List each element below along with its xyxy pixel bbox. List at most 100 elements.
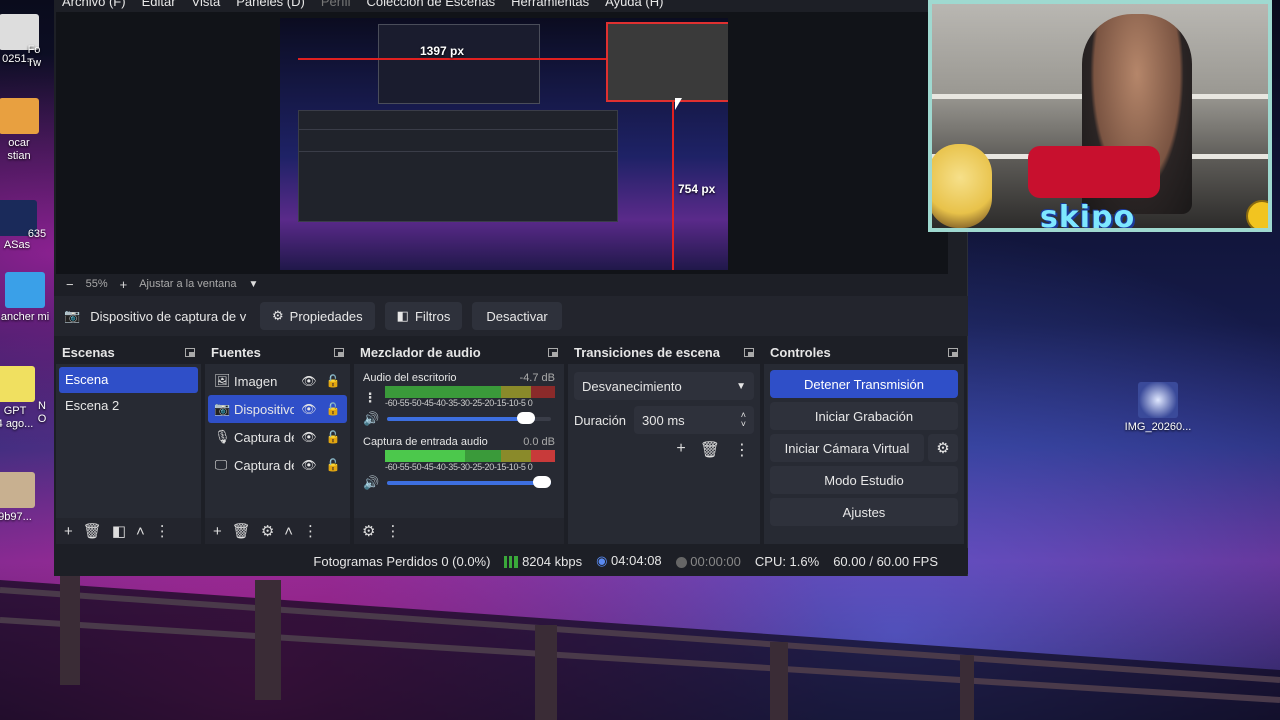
properties-button[interactable]: ⚙ Propiedades (260, 302, 375, 330)
app-icon (0, 366, 35, 402)
volume-slider[interactable] (387, 476, 551, 488)
undock-icon[interactable] (948, 347, 958, 357)
record-time: 00:00:00 (675, 554, 741, 569)
add-icon[interactable]: + (676, 440, 685, 460)
deactivate-button[interactable]: Desactivar (472, 302, 562, 330)
desktop-icon[interactable]: IMG_20260... (1122, 382, 1194, 434)
more-icon[interactable]: ⋮ (303, 522, 318, 540)
eye-icon[interactable]: 👁 (300, 374, 318, 388)
chevron-down-icon: ▼ (736, 380, 746, 392)
dock-area: Escenas Escena Escena 2 + 🗑 ◧ ˄ ⋮ Fuente… (54, 340, 968, 544)
menu-bar: Archivo (F) Editar Vista Paneles (D) Per… (54, 0, 914, 12)
scene-item[interactable]: Escena (59, 367, 198, 393)
eye-icon[interactable]: 👁 (300, 402, 318, 416)
chevron-down-icon[interactable]: ▼ (248, 279, 258, 290)
add-icon[interactable]: + (213, 523, 222, 540)
spin-arrows-icon[interactable]: ˄ ˅ (741, 411, 746, 429)
menu-file[interactable]: Archivo (F) (54, 0, 134, 12)
menu-scene-collection[interactable]: Colección de Escenas (358, 0, 503, 12)
trash-icon[interactable]: 🗑 (700, 440, 720, 460)
preview-area: 1397 px 754 px (56, 12, 948, 274)
more-icon[interactable]: ⋮ (385, 522, 400, 540)
context-bar: 📷 Dispositivo de captura de v ⚙ Propieda… (54, 296, 968, 336)
speaker-icon[interactable]: 🔊 (363, 411, 379, 427)
selected-source-label: 📷 Dispositivo de captura de v (64, 308, 247, 324)
filter-icon[interactable]: ◧ (112, 522, 126, 540)
fit-window-select[interactable]: Ajustar a la ventana (139, 278, 236, 290)
more-icon[interactable]: ⋮ (155, 522, 170, 540)
menu-profile[interactable]: Perfil (313, 0, 359, 12)
menu-docks[interactable]: Paneles (D) (228, 0, 313, 12)
eye-icon[interactable]: 👁 (300, 458, 318, 472)
desktop-icon[interactable]: 9b97... (0, 472, 44, 524)
chevron-up-icon[interactable]: ˄ (284, 523, 293, 540)
dock-header: Mezclador de audio (354, 340, 564, 364)
record-icon (675, 556, 687, 568)
studio-mode-button[interactable]: Modo Estudio (770, 466, 958, 494)
lock-icon[interactable]: 🔓 (324, 374, 342, 388)
start-recording-button[interactable]: Iniciar Grabación (770, 402, 958, 430)
source-item[interactable]: 🎙 Captura de 👁 🔓 (208, 423, 347, 451)
scenes-dock: Escenas Escena Escena 2 + 🗑 ◧ ˄ ⋮ (56, 340, 201, 544)
desktop-icon[interactable]: 635 (22, 228, 52, 241)
menu-view[interactable]: Vista (184, 0, 229, 12)
speaker-icon[interactable]: 🔊 (363, 475, 379, 491)
menu-help[interactable]: Ayuda (H) (597, 0, 671, 12)
scene-item[interactable]: Escena 2 (59, 393, 198, 419)
program-preview[interactable]: 1397 px 754 px (280, 18, 728, 270)
lock-icon[interactable]: 🔓 (324, 430, 342, 444)
duration-label: Duración (574, 412, 627, 428)
source-item[interactable]: 📷 Dispositivo 👁 🔓 (208, 395, 347, 423)
desktop-icon[interactable]: ASas (0, 200, 46, 252)
undock-icon[interactable] (185, 347, 195, 357)
camera-icon: 📷 (214, 401, 231, 416)
duration-spinbox[interactable]: 300 ms ˄ ˅ (634, 406, 754, 434)
advanced-audio-icon[interactable]: ⚙ (362, 522, 375, 540)
channel-db: -4.7 dB (519, 372, 555, 384)
volume-slider[interactable] (387, 412, 551, 424)
undock-icon[interactable] (744, 347, 754, 357)
selected-camera-source[interactable] (606, 22, 728, 102)
start-virtual-camera-button[interactable]: Iniciar Cámara Virtual (770, 434, 924, 462)
monitor-icon: 🖵 (214, 457, 228, 472)
desktop-icon[interactable]: N O (28, 400, 56, 426)
bitrate-status: 8204 kbps (504, 554, 582, 569)
zoom-in-button[interactable]: + (120, 277, 128, 292)
zoom-out-button[interactable]: − (66, 277, 74, 292)
transitions-dock: Transiciones de escena Desvanecimiento ▼… (568, 340, 760, 544)
eye-icon[interactable]: 👁 (300, 430, 318, 444)
source-item[interactable]: 🖵 Captura de 👁 🔓 (208, 451, 347, 479)
desktop-icon[interactable]: ocar stian (0, 98, 48, 163)
trash-icon[interactable]: 🗑 (83, 522, 102, 540)
image-icon (1138, 382, 1178, 418)
lock-icon[interactable]: 🔓 (324, 458, 342, 472)
zoom-level: 55% (85, 278, 108, 290)
meter-scale: -60-55-50-45-40-35-30-25-20-15-10-5 0 (385, 398, 533, 408)
source-item[interactable]: 🖼 Imagen 👁 🔓 (208, 367, 347, 395)
undock-icon[interactable] (334, 347, 344, 357)
gear-icon[interactable]: ⚙ (928, 434, 958, 462)
chevron-up-icon[interactable]: ˄ (136, 523, 145, 540)
menu-edit[interactable]: Editar (134, 0, 184, 12)
settings-button[interactable]: Ajustes (770, 498, 958, 526)
dock-title: Mezclador de audio (360, 344, 481, 360)
stop-stream-button[interactable]: Detener Transmisión (770, 370, 958, 398)
menu-tools[interactable]: Herramientas (503, 0, 597, 12)
add-icon[interactable]: + (64, 523, 73, 540)
trash-icon[interactable]: 🗑 (232, 522, 251, 540)
more-icon[interactable]: ⋮ (363, 390, 377, 406)
desktop-icon[interactable]: ancher mi (0, 272, 56, 324)
gear-icon[interactable]: ⚙ (261, 522, 274, 540)
lock-icon[interactable]: 🔓 (324, 402, 342, 416)
zoom-bar: − 55% + Ajustar a la ventana ▼ (56, 274, 948, 294)
guide-line (672, 98, 674, 270)
signal-bars-icon (504, 556, 519, 569)
filter-icon: ◧ (396, 308, 409, 323)
desktop-icon[interactable]: Fo Tw (14, 44, 54, 70)
undock-icon[interactable] (548, 347, 558, 357)
transition-select[interactable]: Desvanecimiento ▼ (574, 372, 754, 400)
dock-title: Escenas (62, 344, 115, 360)
more-icon[interactable]: ⋮ (734, 440, 750, 460)
filters-button[interactable]: ◧ Filtros (384, 302, 463, 330)
duration-row: Duración 300 ms ˄ ˅ (574, 406, 754, 434)
